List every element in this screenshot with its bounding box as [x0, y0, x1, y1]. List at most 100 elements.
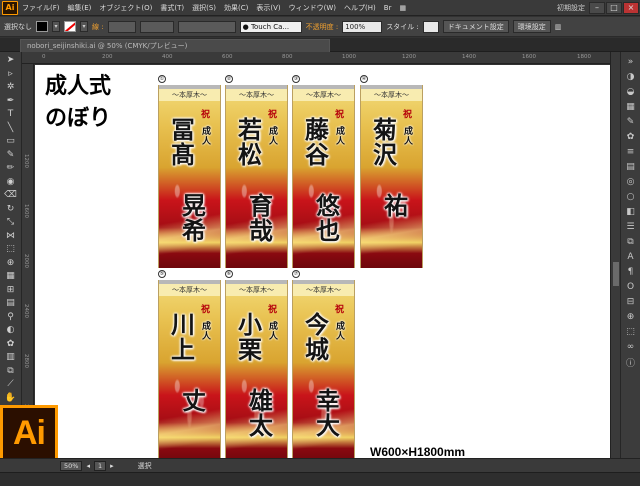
swatches-icon[interactable]: ▦	[623, 100, 639, 114]
gradient-tool-icon[interactable]: ▤	[3, 297, 19, 311]
stroke-dropdown[interactable]: ▾	[80, 21, 88, 32]
pen-tool-icon[interactable]: ✒	[3, 95, 19, 109]
type-tool-icon[interactable]: T	[3, 108, 19, 122]
banner-7[interactable]: ～本厚木～ 祝 成人 今城 幸大	[292, 280, 355, 463]
magic-wand-icon[interactable]: ✲	[3, 81, 19, 95]
style-label: スタイル :	[386, 22, 419, 31]
seijin-text: 成人	[404, 127, 414, 148]
zoom-field[interactable]: 50%	[60, 460, 83, 471]
menu-effect[interactable]: 効果(C)	[220, 3, 252, 13]
fill-swatch[interactable]	[36, 21, 48, 32]
document-tab[interactable]: nobori_seijinshiki.ai @ 50% (CMYK/プレビュー)	[20, 39, 330, 52]
direct-selection-tool-icon[interactable]: ▹	[3, 68, 19, 82]
scroll-thumb[interactable]	[613, 262, 619, 286]
slice-tool-icon[interactable]: ⟋	[3, 378, 19, 392]
opacity-field[interactable]: 100%	[342, 20, 383, 33]
menu-view[interactable]: 表示(V)	[252, 3, 284, 13]
document-settings-button[interactable]: ドキュメント設定	[442, 20, 509, 33]
selection-tool-icon[interactable]: ➤	[3, 54, 19, 68]
scale-icon[interactable]: ⤡	[3, 216, 19, 230]
pathfinder-icon[interactable]: ⊕	[623, 310, 639, 324]
workspace-switcher[interactable]: 初期設定	[553, 3, 589, 13]
info-icon[interactable]: ⓘ	[623, 355, 639, 369]
pencil-icon[interactable]: ✏	[3, 162, 19, 176]
layers-icon[interactable]: ☰	[623, 220, 639, 234]
banner-3[interactable]: ～本厚木～ 祝 成人 藤谷 悠也	[292, 85, 355, 268]
first-artboard-icon[interactable]: ◂	[86, 462, 90, 470]
ruler-mark: 2000	[23, 254, 29, 268]
ruler-mark: 1600	[23, 204, 29, 218]
menu-edit[interactable]: 編集(E)	[64, 3, 96, 13]
banner-4[interactable]: ～本厚木～ 祝 成人 菊沢 祐	[360, 85, 423, 268]
blend-tool-icon[interactable]: ◐	[3, 324, 19, 338]
menu-help[interactable]: ヘルプ(H)	[340, 3, 380, 13]
stroke-swatch[interactable]	[64, 21, 76, 32]
brush-profile-field[interactable]	[177, 20, 236, 33]
paintbrush-icon[interactable]: ✎	[3, 149, 19, 163]
graphic-styles-icon[interactable]: ◧	[623, 205, 639, 219]
appearance-icon[interactable]: ○	[623, 190, 639, 204]
transform-icon[interactable]: ⬚	[623, 325, 639, 339]
arrange-icon-2[interactable]: ▥	[555, 23, 562, 31]
banner-5[interactable]: ～本厚木～ 祝 成人 川上 丈	[158, 280, 221, 463]
banner-6[interactable]: ～本厚木～ 祝 成人 小栗 雄太	[225, 280, 288, 463]
free-transform-icon[interactable]: ⬚	[3, 243, 19, 257]
links-icon[interactable]: ∞	[623, 340, 639, 354]
artboard[interactable]: 成人式 のぼり ① ～本厚木～ 祝 成人 冨髙 晃希 ② ～本厚木～ 祝 成人 …	[35, 65, 610, 463]
line-tool-icon[interactable]: ╲	[3, 122, 19, 136]
blob-brush-icon[interactable]: ◉	[3, 176, 19, 190]
align-icon[interactable]: ⊟	[623, 295, 639, 309]
rotate-icon[interactable]: ↻	[3, 203, 19, 217]
artboard-tool-icon[interactable]: ⧉	[3, 365, 19, 379]
eraser-icon[interactable]: ⌫	[3, 189, 19, 203]
vertical-scrollbar[interactable]	[610, 52, 620, 458]
close-button[interactable]: ×	[623, 1, 639, 14]
brushes-icon[interactable]: ✎	[623, 115, 639, 129]
symbol-sprayer-icon[interactable]: ✿	[3, 338, 19, 352]
stroke-panel-icon[interactable]: ≡	[623, 145, 639, 159]
menu-object[interactable]: オブジェクト(O)	[95, 3, 156, 13]
selection-status: 選択なし	[4, 22, 32, 31]
style-dropdown[interactable]	[422, 20, 439, 33]
menu-type[interactable]: 書式(T)	[156, 3, 188, 13]
width-tool-icon[interactable]: ⋈	[3, 230, 19, 244]
symbols-icon[interactable]: ✿	[623, 130, 639, 144]
variable-width-field[interactable]	[139, 20, 174, 33]
gradient-panel-icon[interactable]: ▤	[623, 160, 639, 174]
opentype-icon[interactable]: O	[623, 280, 639, 294]
brush-field[interactable]: ● Touch Ca...	[239, 20, 302, 33]
column-graph-icon[interactable]: ▥	[3, 351, 19, 365]
menu-file[interactable]: ファイル(F)	[18, 3, 64, 13]
eyedropper-icon[interactable]: ⚲	[3, 311, 19, 325]
opacity-label[interactable]: 不透明度 :	[306, 22, 339, 32]
last-artboard-icon[interactable]: ▸	[110, 462, 114, 470]
fill-dropdown[interactable]: ▾	[52, 21, 60, 32]
menu-window[interactable]: ウィンドウ(W)	[285, 3, 340, 13]
color-panel-icon[interactable]: ◑	[623, 70, 639, 84]
artboard-number-field[interactable]: 1	[93, 460, 107, 471]
maximize-button[interactable]: □	[606, 1, 622, 14]
menu-select[interactable]: 選択(S)	[188, 3, 220, 13]
bridge-icon[interactable]: Br	[380, 4, 396, 12]
character-icon[interactable]: A	[623, 250, 639, 264]
rectangle-tool-icon[interactable]: ▭	[3, 135, 19, 149]
preferences-button[interactable]: 環境設定	[512, 20, 551, 33]
ruler-mark: 600	[222, 54, 233, 60]
banner-2[interactable]: ～本厚木～ 祝 成人 若松 育哉	[225, 85, 288, 268]
color-guide-icon[interactable]: ◒	[623, 85, 639, 99]
banner-1[interactable]: ～本厚木～ 祝 成人 冨髙 晃希	[158, 85, 221, 268]
stroke-label[interactable]: 線 :	[92, 22, 104, 32]
stroke-weight-field[interactable]	[107, 20, 136, 33]
arrange-icon[interactable]: ▦	[395, 4, 410, 12]
minimize-button[interactable]: –	[589, 1, 605, 14]
celebration-mark: 祝	[201, 305, 211, 315]
paragraph-icon[interactable]: ¶	[623, 265, 639, 279]
transparency-icon[interactable]: ◎	[623, 175, 639, 189]
collapse-icon[interactable]: »	[623, 55, 639, 69]
perspective-grid-icon[interactable]: ▦	[3, 270, 19, 284]
artboards-icon[interactable]: ⧉	[623, 235, 639, 249]
shape-builder-icon[interactable]: ⊕	[3, 257, 19, 271]
hand-tool-icon[interactable]: ✋	[3, 392, 19, 406]
mesh-tool-icon[interactable]: ⊞	[3, 284, 19, 298]
horizontal-scrollbar[interactable]	[0, 472, 640, 486]
